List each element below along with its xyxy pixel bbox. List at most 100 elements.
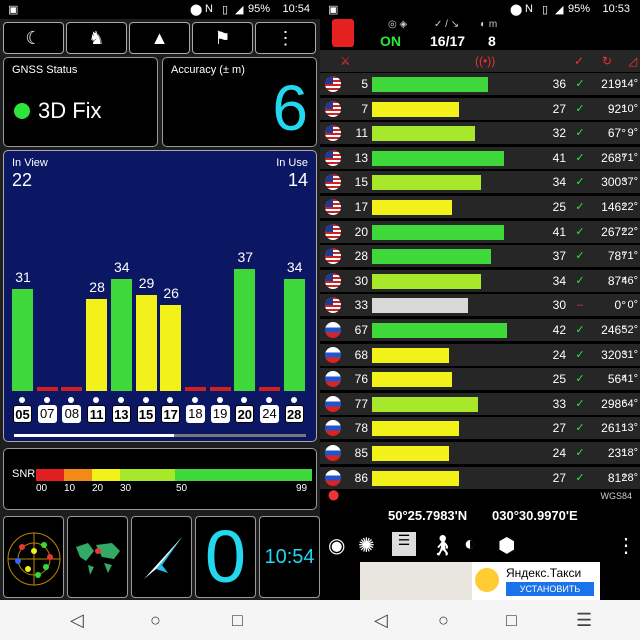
table-row[interactable]: 20 41 ✓ 267° 22° [320,220,640,244]
chart-scroll-thumb[interactable] [14,434,174,437]
snr-bar [110,278,132,391]
radar-tool-icon[interactable]: ✺ [358,533,375,558]
home-icon[interactable]: ○ [150,610,161,631]
satellite-id: 20 [354,224,368,239]
fix-dot-icon [14,103,30,119]
elevation-value: 31° [621,348,638,361]
check-icon: ✓ [575,447,585,459]
satellite-id-label: 13 [111,405,131,423]
sky-radar-button[interactable] [3,516,64,598]
taxi-logo-icon [475,568,499,592]
table-row[interactable]: 17 25 ✓ 146° 22° [320,196,640,219]
satellite-id: 67 [354,323,368,337]
more-vert-icon[interactable]: ⋮ [616,533,636,558]
snr-value-label: 31 [15,268,31,285]
table-row[interactable]: 67 42 ✓ 246° 52° [320,319,640,342]
ad-title: Яндекс.Такси [506,566,582,580]
screenshot-root: ▣ ⬤ N ▯ ◢ 95% 10:54 ☾ ♞ ▲ ⚑ ⋮ GNSS Statu… [0,0,640,640]
table-row[interactable]: 30 34 ✓ 87° 46° [320,269,640,293]
signal-bar [372,347,450,363]
back-icon[interactable]: ◁ [70,610,84,631]
table-row[interactable]: 13 41 ✓ 268° 71° [320,146,640,170]
recents-icon-right[interactable]: □ [506,610,517,631]
walk-tool-icon[interactable]: 🚶︎ [430,533,455,558]
satellite-snr-panel: In View 22 In Use 14 31 05 07 08 28 11 34 13 29 1… [3,150,317,442]
elevation-value: 71° [621,250,638,263]
table-row[interactable]: 78 27 ✓ 261° 13° [320,417,640,441]
snr-value: 36 [552,77,566,91]
satellite-status-dot [266,397,272,403]
russia-flag-icon [325,469,341,486]
satellite-id: 7 [361,101,368,116]
check-icon: ✓ [575,176,585,189]
table-row[interactable]: 5 36 ✓ 219° 14° [320,73,640,96]
elevation-value: 9° [627,127,638,140]
world-map-button[interactable] [67,516,128,598]
compass-direction-button[interactable] [131,516,192,598]
table-row[interactable]: 68 24 ✓ 320° 31° [320,343,640,367]
snr-value-label: 34 [286,258,303,275]
recents-icon[interactable]: □ [232,610,243,631]
globe-tool-icon[interactable]: ◐ [464,533,476,556]
table-row[interactable]: 11 32 ✓ 67° 9° [320,122,640,146]
table-row[interactable]: 76 25 ✓ 56° 41° [320,368,640,392]
gnss-status-label: GNSS Status [12,64,78,76]
table-row[interactable]: 28 37 ✓ 78° 71° [320,245,640,269]
waypoints-button[interactable]: ⚑ [192,22,253,54]
status-time: 10:53 [602,3,630,15]
elevation-value: 41° [621,373,638,386]
compass-tool-icon[interactable]: ◉ [328,533,345,558]
signal-bar [372,224,504,240]
table-row[interactable]: 15 34 ✓ 300° 37° [320,171,640,195]
signal-bar [372,470,459,486]
chart-scroll-track[interactable] [14,434,306,437]
table-row[interactable]: 85 24 ✓ 23° 18° [320,442,640,465]
snr-value: 41 [552,150,566,165]
overflow-menu-button[interactable]: ⋮ [255,22,316,54]
usa-flag-icon [325,272,341,289]
check-icon: ✓ [575,471,585,484]
table-row[interactable]: 86 27 ✓ 81° 28° [320,466,640,490]
signal-bar [372,421,459,437]
advertisement-banner[interactable]: Яндекс.Такси УСТАНОВИТЬ [360,562,600,600]
check-icon: ✓ [575,201,585,213]
satellite-status-dot [43,397,50,403]
accuracy-panel: Accuracy (± m) 6 [162,57,317,147]
accuracy-value: 6 [272,72,308,144]
snr-value: 37 [552,249,566,264]
snr-tick: 10 [64,483,76,494]
signal-bar [372,372,453,388]
compass-button[interactable]: ▲ [129,22,190,54]
list-tool-icon[interactable]: ☰ [392,532,416,556]
satellite-id: 17 [354,200,368,214]
ad-install-button[interactable]: УСТАНОВИТЬ [506,582,594,596]
location-icon: ⬤ [190,4,203,16]
satellite-id: 78 [354,421,368,436]
snr-value: 33 [552,396,566,411]
table-row[interactable]: 33 30–0° 0° [320,294,640,318]
satellite-id-label: 08 [62,405,82,423]
sky-radar-icon [7,532,61,586]
back-icon-right[interactable]: ◁ [374,610,388,631]
signal-bar [372,396,479,412]
table-row[interactable]: 7 27 ✓ 92° 10° [320,97,640,121]
signal-bar [372,273,482,289]
table-row[interactable]: 77 33 ✓ 298° 64° [320,392,640,416]
person-mode-button[interactable]: ♞ [66,22,127,54]
home-icon-right[interactable]: ○ [438,610,449,631]
snr-tick: 99 [296,483,308,494]
app-logo-icon[interactable] [332,19,354,47]
usa-flag-icon [325,149,341,166]
location-pin-icon[interactable]: ⬢ [498,533,515,558]
night-mode-button[interactable]: ☾ [3,22,64,54]
accuracy-label: Accuracy (± m) [171,64,245,76]
compass-arrow-icon: ▲ [150,27,169,48]
satellite-status-dot [142,397,149,403]
menu-icon[interactable]: ☰ [576,610,592,631]
snr-value: 27 [552,470,566,485]
snr-value: 24 [552,347,566,362]
russia-flag-icon [325,395,341,412]
gallery-notification-icon: ▣ [8,4,19,16]
coordinates-bar: 50°25.7983'N 030°30.9970'E [320,502,640,528]
longitude: 030°30.9970'E [492,508,578,523]
